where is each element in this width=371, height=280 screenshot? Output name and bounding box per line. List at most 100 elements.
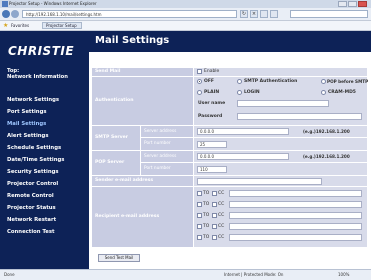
recipient-email-input[interactable] — [229, 190, 362, 197]
rss-icon[interactable] — [260, 10, 268, 18]
auth-off-radio[interactable] — [197, 79, 202, 84]
address-bar[interactable]: http://192.168.1.10/mail/settings.htm — [22, 10, 237, 18]
auth-login-label: LOGIN — [244, 90, 260, 95]
auth-smtp-radio[interactable] — [237, 79, 242, 84]
window-controls — [338, 1, 367, 7]
recipient-to-checkbox[interactable] — [197, 191, 202, 196]
close-button[interactable] — [358, 1, 367, 7]
recipient-to-checkbox[interactable] — [197, 202, 202, 207]
auth-pop-radio[interactable] — [321, 79, 326, 84]
search-input[interactable] — [290, 10, 368, 18]
auth-off-label: OFF — [204, 79, 214, 84]
sidebar-item-security-settings[interactable]: Security Settings — [7, 169, 59, 175]
pop-address-hint: (e.g.)192.168.1.200 — [303, 154, 350, 159]
recipient-to-label: TO — [203, 213, 210, 218]
browser-tab[interactable]: Projector Setup — [42, 22, 82, 29]
zoom-level[interactable]: 100% — [338, 270, 349, 279]
recipient-cc-label: CC — [218, 213, 225, 218]
pop-port-input[interactable]: 110 — [197, 166, 227, 173]
sidebar-item-network-settings[interactable]: Network Settings — [7, 97, 59, 103]
send-test-mail-button[interactable]: Send Test Mail — [98, 254, 140, 262]
user-name-input[interactable] — [237, 100, 329, 107]
top-network-information-link[interactable]: Top: Network Information — [7, 68, 68, 80]
recipient-email-input[interactable] — [229, 234, 362, 241]
recipient-cc-label: CC — [218, 235, 225, 240]
page-header: Mail Settings — [89, 31, 371, 52]
recipient-to-checkbox[interactable] — [197, 235, 202, 240]
auth-smtp-label: SMTP Authentication — [244, 79, 298, 84]
security-zone: Internet | Protected Mode: On — [224, 272, 284, 277]
auth-crammd5-label: CRAM-MD5 — [328, 90, 356, 95]
recipient-cc-checkbox[interactable] — [212, 235, 217, 240]
forward-icon[interactable] — [11, 10, 19, 18]
page-icon[interactable] — [270, 10, 278, 18]
password-input[interactable] — [237, 113, 362, 120]
send-mail-enable-checkbox[interactable] — [197, 69, 202, 74]
send-mail-value — [194, 68, 367, 76]
pop-address-input[interactable]: 0.0.0.0 — [197, 153, 289, 160]
minimize-button[interactable] — [338, 1, 347, 7]
recipient-cc-checkbox[interactable] — [212, 202, 217, 207]
authentication-label: Authentication — [92, 77, 193, 125]
sidebar-item-projector-control[interactable]: Projector Control — [7, 181, 58, 187]
recipient-email-label: Recipient e-mail address — [92, 187, 193, 247]
sidebar-item-schedule-settings[interactable]: Schedule Settings — [7, 145, 61, 151]
sidebar-item-projector-status[interactable]: Projector Status — [7, 205, 56, 211]
pop-address-label: Server address — [141, 151, 193, 162]
smtp-address-label: Server address — [141, 126, 193, 137]
top-link-line2: Network Information — [7, 74, 68, 80]
sidebar-item-network-restart[interactable]: Network Restart — [7, 217, 56, 223]
address-toolbar: http://192.168.1.10/mail/settings.htm ↻ … — [0, 8, 371, 21]
recipient-to-label: TO — [203, 235, 210, 240]
sidebar-item-remote-control[interactable]: Remote Control — [7, 193, 54, 199]
sidebar-item-alert-settings[interactable]: Alert Settings — [7, 133, 49, 139]
smtp-address-hint: (e.g.)192.168.1.200 — [303, 129, 350, 134]
status-bar: Done Internet | Protected Mode: On 100% — [0, 269, 371, 280]
recipient-cc-label: CC — [218, 224, 225, 229]
recipient-email-input[interactable] — [229, 201, 362, 208]
refresh-icon[interactable]: ↻ — [240, 10, 248, 18]
page-title: Mail Settings — [95, 35, 170, 46]
recipient-to-label: TO — [203, 191, 210, 196]
send-mail-enable-label: Enable — [204, 69, 220, 74]
brand-logo: CHRISTIE — [8, 44, 75, 58]
pop-server-label: POP Server — [92, 151, 140, 175]
window-title: Projector Setup - Windows Internet Explo… — [9, 1, 97, 6]
back-icon[interactable] — [2, 10, 10, 18]
sidebar-item-port-settings[interactable]: Port Settings — [7, 109, 47, 115]
password-label: Password — [198, 114, 223, 119]
auth-pop-label: POP before SMTP — [327, 79, 369, 84]
sender-email-label: Sender e-mail address — [92, 176, 193, 186]
auth-plain-label: PLAIN — [204, 90, 220, 95]
recipient-to-checkbox[interactable] — [197, 224, 202, 229]
smtp-port-label: Port number — [141, 138, 193, 150]
auth-crammd5-radio[interactable] — [321, 90, 326, 95]
recipient-cc-label: CC — [218, 202, 225, 207]
favorites-label[interactable]: Favorites — [11, 21, 29, 30]
send-mail-label: Send Mail — [92, 68, 193, 76]
recipient-cc-checkbox[interactable] — [212, 224, 217, 229]
auth-login-radio[interactable] — [237, 90, 242, 95]
recipient-cc-checkbox[interactable] — [212, 213, 217, 218]
user-name-label: User name — [198, 101, 226, 106]
auth-plain-radio[interactable] — [197, 90, 202, 95]
window-title-bar: Projector Setup - Windows Internet Explo… — [0, 0, 371, 8]
recipient-cc-checkbox[interactable] — [212, 191, 217, 196]
recipient-to-label: TO — [203, 224, 210, 229]
favorites-bar: ★ Favorites Projector Setup — [0, 21, 371, 31]
smtp-server-label: SMTP Server — [92, 126, 140, 150]
sender-email-input[interactable] — [197, 178, 322, 185]
favorites-star-icon[interactable]: ★ — [3, 22, 8, 29]
recipient-email-input[interactable] — [229, 223, 362, 230]
stop-icon[interactable]: × — [250, 10, 258, 18]
maximize-button[interactable] — [348, 1, 357, 7]
recipient-to-checkbox[interactable] — [197, 213, 202, 218]
recipient-email-input[interactable] — [229, 212, 362, 219]
status-text: Done — [4, 272, 15, 277]
pop-port-label: Port number — [141, 163, 193, 175]
smtp-port-input[interactable]: 25 — [197, 141, 227, 148]
sidebar-item-mail-settings[interactable]: Mail Settings — [7, 121, 46, 127]
sidebar-item-date-time-settings[interactable]: Date/Time Settings — [7, 157, 64, 163]
smtp-address-input[interactable]: 0.0.0.0 — [197, 128, 289, 135]
sidebar-item-connection-test[interactable]: Connection Test — [7, 229, 55, 235]
